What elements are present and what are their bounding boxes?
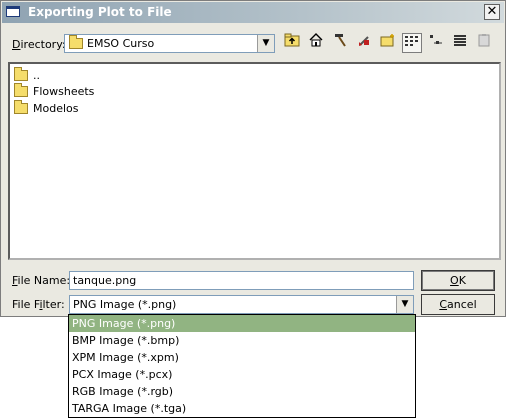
- dialog-title: Exporting Plot to File: [28, 5, 172, 19]
- title-bar[interactable]: Exporting Plot to File ✕: [2, 2, 504, 23]
- new-folder-icon[interactable]: [378, 33, 398, 53]
- close-button[interactable]: ✕: [484, 4, 500, 20]
- file-name-label: File Name:: [12, 274, 71, 287]
- dropdown-option-png[interactable]: PNG Image (*.png): [69, 315, 415, 332]
- home-icon[interactable]: [306, 33, 326, 53]
- dropdown-option-bmp[interactable]: BMP Image (*.bmp): [69, 332, 415, 349]
- file-name-input[interactable]: tanque.png: [69, 271, 414, 290]
- list-view-icon[interactable]: [402, 33, 422, 53]
- file-list[interactable]: .. Flowsheets Modelos: [8, 62, 501, 260]
- hammer-icon[interactable]: [330, 33, 350, 53]
- export-dialog: Exporting Plot to File ✕ Directory: EMSO…: [0, 0, 506, 317]
- window-icon: [6, 6, 20, 17]
- folder-icon: [14, 83, 28, 97]
- directory-combo[interactable]: EMSO Curso ▼: [64, 34, 275, 53]
- up-folder-icon[interactable]: [282, 33, 302, 53]
- folder-icon: [14, 67, 28, 81]
- paste-icon[interactable]: [474, 33, 494, 53]
- details-view-icon[interactable]: [426, 33, 446, 53]
- folder-icon: [14, 100, 28, 114]
- file-filter-select[interactable]: PNG Image (*.png) ▼: [69, 295, 414, 314]
- bookmark-icon[interactable]: [354, 33, 374, 53]
- ok-button[interactable]: OK: [421, 270, 495, 291]
- file-filter-label: File Filter:: [12, 298, 65, 311]
- dropdown-option-pcx[interactable]: PCX Image (*.pcx): [69, 366, 415, 383]
- file-filter-dropdown[interactable]: PNG Image (*.png) BMP Image (*.bmp) XPM …: [68, 314, 416, 418]
- cancel-button[interactable]: Cancel: [421, 294, 495, 315]
- dropdown-option-tga[interactable]: TARGA Image (*.tga): [69, 400, 415, 417]
- file-filter-value: PNG Image (*.png): [73, 298, 177, 311]
- directory-value: EMSO Curso: [87, 37, 155, 50]
- chevron-down-icon[interactable]: ▼: [257, 35, 274, 52]
- dropdown-option-xpm[interactable]: XPM Image (*.xpm): [69, 349, 415, 366]
- dropdown-option-rgb[interactable]: RGB Image (*.rgb): [69, 383, 415, 400]
- show-hidden-icon[interactable]: [450, 33, 470, 53]
- chevron-down-icon[interactable]: ▼: [396, 296, 413, 313]
- folder-icon: [69, 35, 83, 49]
- directory-label: Directory:: [12, 38, 66, 51]
